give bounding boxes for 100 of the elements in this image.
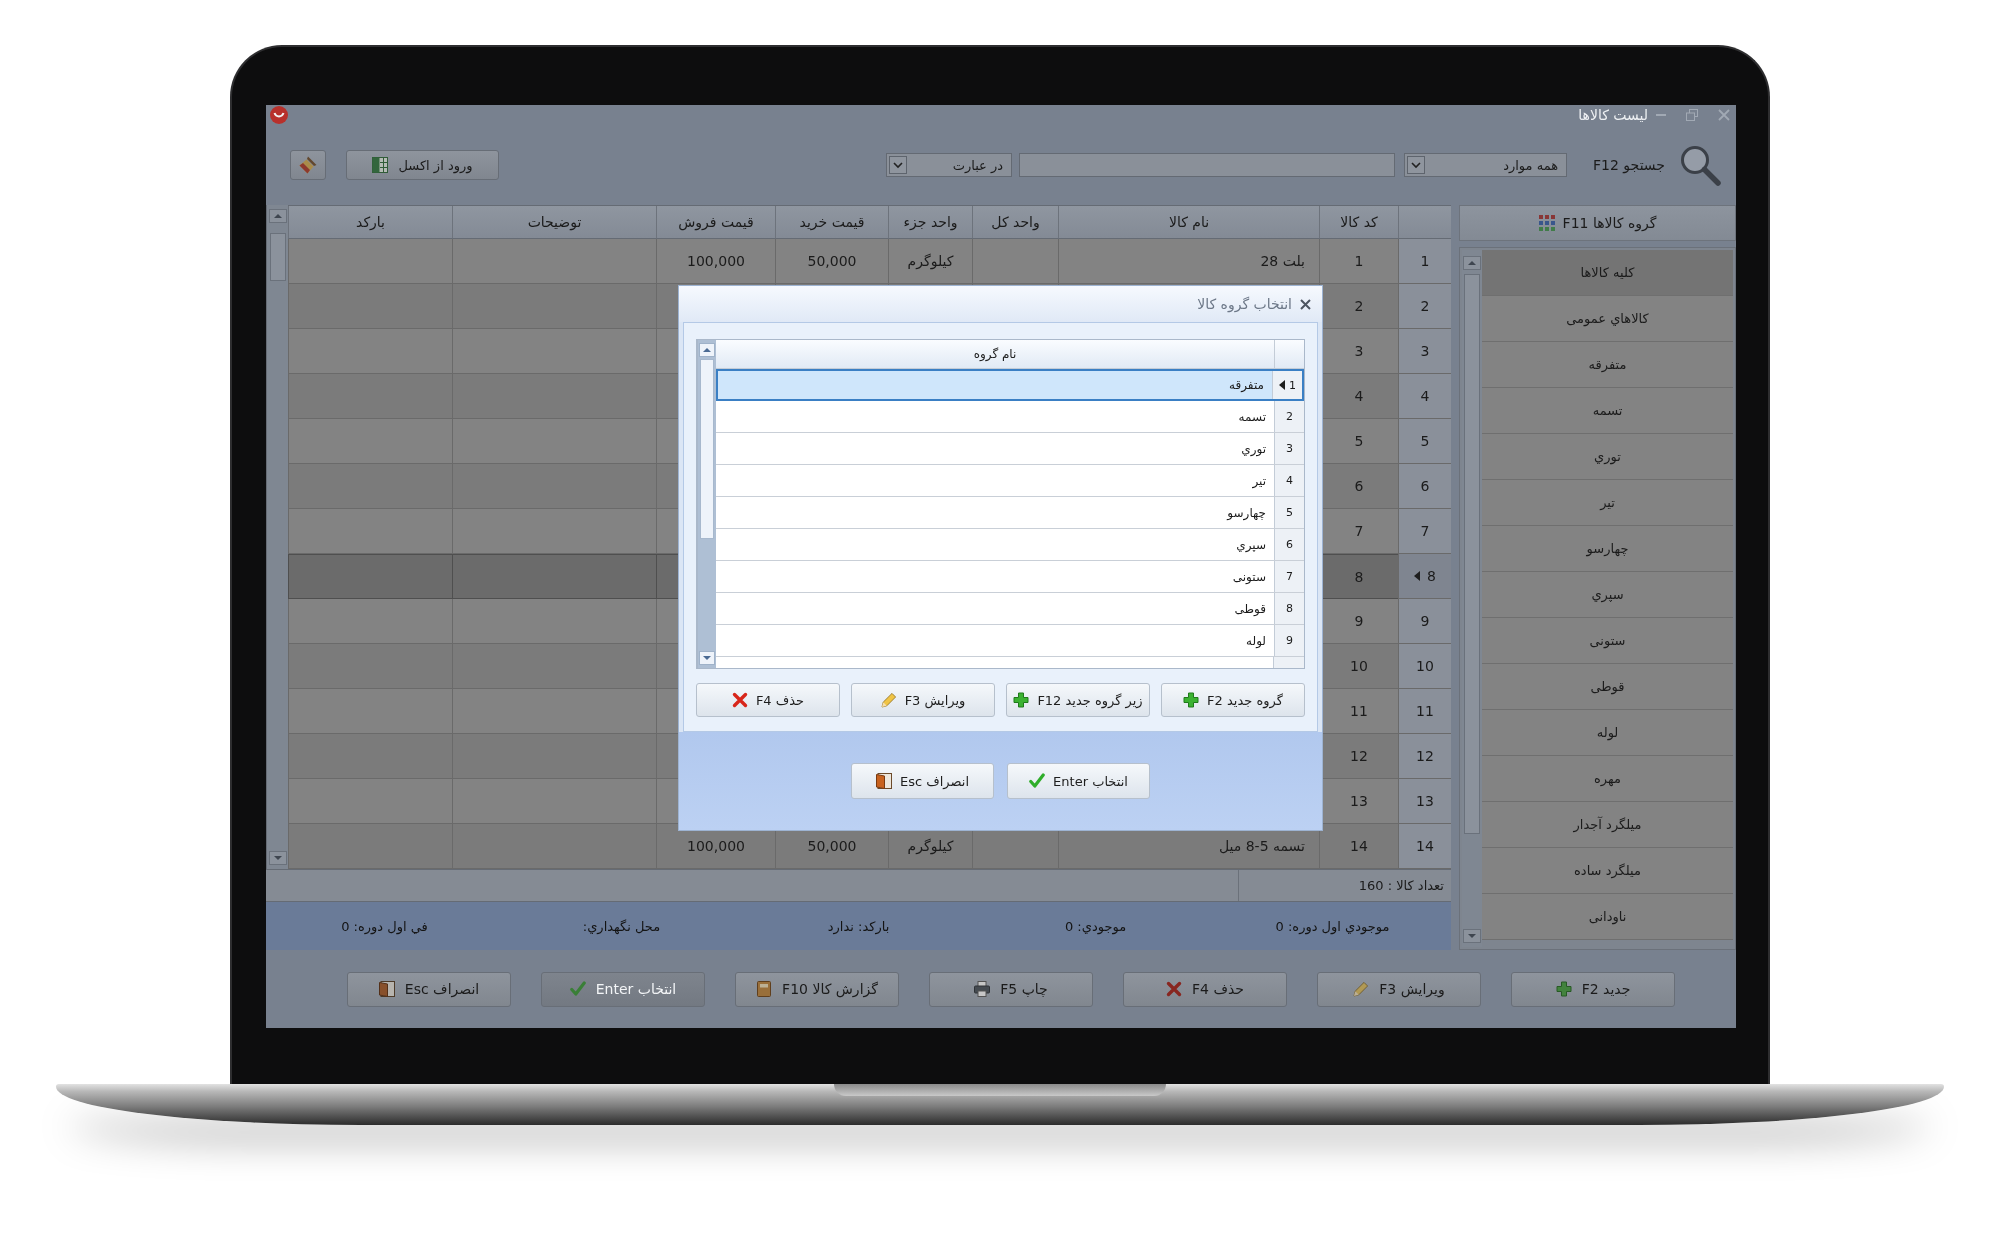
caret-down-icon <box>889 156 908 174</box>
detail-text: بارکد: ندارد <box>827 918 890 934</box>
x-mark-icon <box>1166 981 1183 997</box>
group-name: تسمه <box>1238 409 1266 424</box>
scroll-down-icon[interactable] <box>699 651 715 665</box>
row-header[interactable]: 6 <box>1398 464 1451 509</box>
row-header[interactable]: 13 <box>1398 779 1451 824</box>
cancel-button[interactable]: انصراف Esc <box>347 971 511 1007</box>
scroll-up-icon[interactable] <box>268 209 287 223</box>
scrollbar-thumb[interactable] <box>1464 274 1480 834</box>
vertical-scrollbar[interactable] <box>697 340 716 668</box>
row-number: 2 <box>1286 410 1293 423</box>
sidebar-item[interactable]: چهارسو <box>1482 526 1733 572</box>
search-label: جستجو F12 <box>1593 157 1665 173</box>
row-number: 5 <box>1420 433 1430 449</box>
sidebar-item[interactable]: توري <box>1482 434 1733 480</box>
scrollbar-thumb[interactable] <box>700 359 714 539</box>
grid-icon <box>1538 215 1555 231</box>
new-button[interactable]: گروه جدید F2 <box>1161 683 1305 717</box>
group-name: توري <box>1241 441 1266 456</box>
sidebar-item[interactable]: ستونی <box>1482 618 1733 664</box>
row-header[interactable]: 5 <box>1398 419 1451 464</box>
group-name: لوله <box>1246 633 1266 648</box>
group-name: چهارسو <box>1227 505 1266 520</box>
delete-button[interactable]: حذف F4 <box>1123 971 1287 1007</box>
pencil-icon <box>880 692 897 708</box>
vertical-scrollbar[interactable] <box>266 205 288 869</box>
row-header[interactable]: 4 <box>1398 374 1451 419</box>
sidebar-item[interactable]: مهره <box>1482 756 1733 802</box>
row-pointer-icon <box>1279 380 1285 390</box>
plus-icon <box>1183 692 1200 708</box>
book-icon <box>756 981 773 997</box>
minimize-icon[interactable] <box>1656 114 1666 116</box>
scroll-down-icon[interactable] <box>268 851 287 865</box>
import-button[interactable]: ورود از اکسل <box>346 150 499 180</box>
row-number: 10 <box>1416 658 1434 674</box>
sidebar-item[interactable]: تیر <box>1482 480 1733 526</box>
new-button[interactable]: جدید F2 <box>1511 971 1675 1007</box>
paint-button[interactable] <box>290 150 326 180</box>
column-header[interactable]: نام گروه <box>716 340 1274 368</box>
row-number: 3 <box>1286 442 1293 455</box>
window-title: لیست کالاها <box>1578 107 1648 123</box>
group-name: تیر <box>1252 473 1266 488</box>
sidebar-item[interactable]: تسمه <box>1482 388 1733 434</box>
edit-button[interactable]: ویرایش F3 <box>1317 971 1481 1007</box>
row-header[interactable]: 12 <box>1398 734 1451 779</box>
match-dropdown[interactable]: در عبارت <box>886 153 1013 177</box>
sidebar-item[interactable]: کلیه کالاها <box>1482 250 1733 296</box>
select-button[interactable]: انتخاب Enter <box>1007 763 1150 799</box>
row-header[interactable]: 1 <box>1398 239 1451 284</box>
search-icon[interactable] <box>1679 144 1721 186</box>
cancel-button[interactable]: انصراف Esc <box>851 763 994 799</box>
new-subgroup-button[interactable]: زیر گروه جدید F12 <box>1006 683 1150 717</box>
row-number: 8 <box>1427 568 1436 584</box>
group-name: متفرقه <box>1229 378 1264 392</box>
item-count: تعداد کالا : 160 <box>1358 878 1444 893</box>
sidebar-item[interactable]: قوطی <box>1482 664 1733 710</box>
row-number: 6 <box>1420 478 1430 494</box>
scope-dropdown[interactable]: همه موارد <box>1404 153 1568 177</box>
sidebar-item[interactable]: میلگرد آجدار <box>1482 802 1733 848</box>
row-header[interactable]: 2 <box>1398 284 1451 329</box>
row-header[interactable]: 3 <box>1398 329 1451 374</box>
group-name: ستونی <box>1232 569 1266 584</box>
sidebar-item[interactable]: میلگرد ساده <box>1482 848 1733 894</box>
print-button[interactable]: چاپ F5 <box>929 971 1093 1007</box>
scrollbar-thumb[interactable] <box>269 233 286 281</box>
row-header[interactable]: 11 <box>1398 689 1451 734</box>
row-header[interactable]: 14 <box>1398 824 1451 869</box>
row-header[interactable]: 9 <box>1398 599 1451 644</box>
row-number: 6 <box>1286 538 1293 551</box>
door-icon <box>876 773 892 789</box>
sidebar-item[interactable]: کالاهاي عمومی <box>1482 296 1733 342</box>
group-name: قوطی <box>1234 601 1266 616</box>
group-name: سپري <box>1236 537 1266 552</box>
sidebar-item[interactable]: متفرقه <box>1482 342 1733 388</box>
restore-icon[interactable] <box>1686 109 1698 121</box>
edit-button[interactable]: ویرایش F3 <box>851 683 995 717</box>
row-number: 7 <box>1420 523 1430 539</box>
sidebar-item[interactable]: سپري <box>1482 572 1733 618</box>
row-number: 4 <box>1420 388 1430 404</box>
row-header[interactable]: 7 <box>1398 509 1451 554</box>
row-header[interactable]: 8 <box>1398 554 1451 599</box>
door-icon <box>378 981 395 997</box>
sidebar-header[interactable]: گروه کالاها F11 <box>1459 205 1736 241</box>
delete-button[interactable]: حذف F4 <box>696 683 840 717</box>
sidebar-item[interactable]: لوله <box>1482 710 1733 756</box>
scroll-down-icon[interactable] <box>1463 929 1481 943</box>
scroll-up-icon[interactable] <box>699 343 715 357</box>
row-number: 11 <box>1416 703 1434 719</box>
close-icon[interactable] <box>1300 298 1311 310</box>
row-header[interactable]: 10 <box>1398 644 1451 689</box>
scroll-up-icon[interactable] <box>1463 256 1481 270</box>
report-button[interactable]: گزارش کالا F10 <box>735 971 899 1007</box>
sidebar-title: گروه کالاها F11 <box>1562 215 1657 231</box>
row-number: 8 <box>1286 602 1293 615</box>
detail-text: موجودي اول دوره: 0 <box>1275 918 1390 934</box>
sidebar-item[interactable]: ناودانی <box>1482 894 1733 940</box>
search-field[interactable] <box>1019 153 1396 177</box>
detail-text: محل نگهداري: <box>582 918 661 934</box>
row-number: 12 <box>1416 748 1434 764</box>
